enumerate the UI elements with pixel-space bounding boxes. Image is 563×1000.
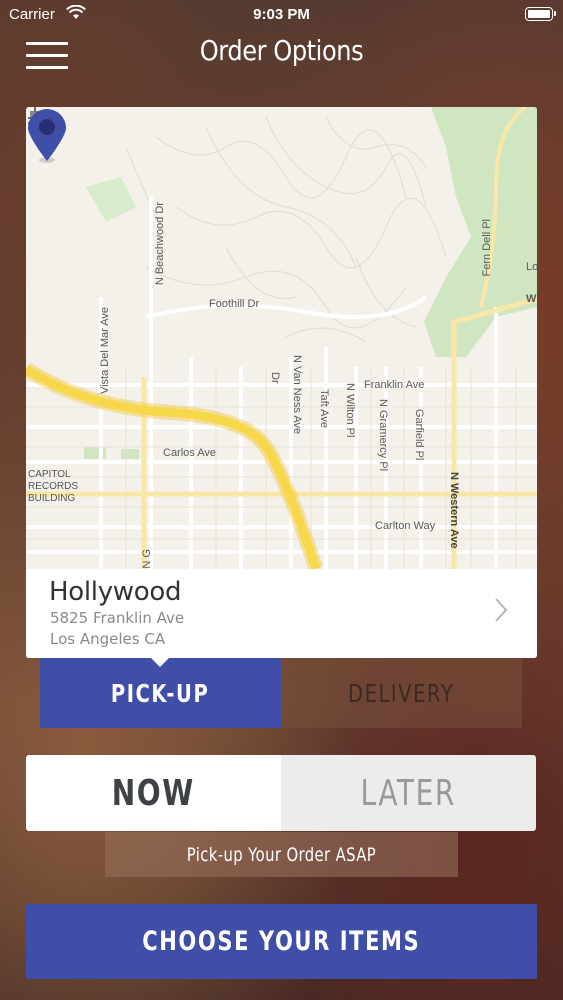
pickup-label: PICK-UP — [111, 678, 210, 708]
poi-label: CAPITOL RECORDS BUILDING — [28, 469, 79, 504]
status-bar: Carrier 9:03 PM — [0, 0, 563, 30]
pickup-button[interactable]: PICK-UP — [40, 658, 281, 728]
map-label: Dr — [269, 372, 281, 384]
map-label: N G — [141, 549, 153, 569]
map-label: N Beachwood Dr — [154, 202, 166, 286]
choose-items-button[interactable]: CHOOSE YOUR ITEMS — [26, 904, 537, 979]
selected-location[interactable]: Hollywood 5825 Franklin Ave Los Angeles … — [26, 569, 537, 658]
delivery-label: DELIVERY — [348, 678, 455, 708]
map-label: N Gramercy Pl — [377, 399, 389, 472]
later-label: LATER — [360, 772, 457, 814]
chevron-right-icon — [495, 598, 508, 622]
map-view[interactable]: Foothill Dr Franklin Ave Carlos Ave Carl… — [26, 107, 537, 569]
later-button[interactable]: LATER — [281, 755, 536, 831]
location-pin-icon — [28, 109, 66, 163]
map-label: Carlos Ave — [163, 447, 216, 459]
clock: 9:03 PM — [253, 6, 310, 23]
now-label: NOW — [111, 772, 196, 814]
park-area — [86, 177, 136, 222]
map-label: Lo — [526, 261, 537, 273]
location-street: 5825 Franklin Ave — [50, 609, 185, 627]
map-label: Carlton Way — [375, 520, 436, 532]
map-label: Vista Del Mar Ave — [99, 307, 111, 395]
choose-items-label: CHOOSE YOUR ITEMS — [142, 926, 421, 957]
asap-message: Pick-up Your Order ASAP — [105, 832, 458, 877]
battery-icon — [525, 7, 556, 21]
map-label: N Wilton Pl — [344, 383, 356, 438]
park-area — [121, 449, 139, 459]
map-label: W — [526, 293, 537, 305]
map-label: Foothill Dr — [209, 298, 260, 310]
map-label: Franklin Ave — [364, 379, 425, 391]
location-city: Los Angeles CA — [50, 630, 166, 648]
selection-notch — [151, 658, 169, 667]
map-label: N Western Ave — [448, 472, 460, 549]
now-button[interactable]: NOW — [26, 755, 281, 831]
location-card: Foothill Dr Franklin Ave Carlos Ave Carl… — [26, 107, 537, 658]
location-name: Hollywood — [49, 577, 182, 607]
timing-segmented-control: NOW LATER — [26, 755, 536, 831]
page-title: Order Options — [199, 34, 364, 67]
order-type-segmented-control: PICK-UP DELIVERY — [40, 658, 522, 728]
map-label: N Van Ness Ave — [291, 355, 303, 435]
delivery-button[interactable]: DELIVERY — [281, 658, 522, 728]
map-label: Taft Ave — [318, 389, 330, 428]
map-label: Fern Dell Pl — [481, 219, 493, 277]
asap-label: Pick-up Your Order ASAP — [186, 843, 377, 866]
map-label: Garfield Pl — [413, 409, 425, 461]
navigation-bar: Order Options — [0, 30, 563, 80]
